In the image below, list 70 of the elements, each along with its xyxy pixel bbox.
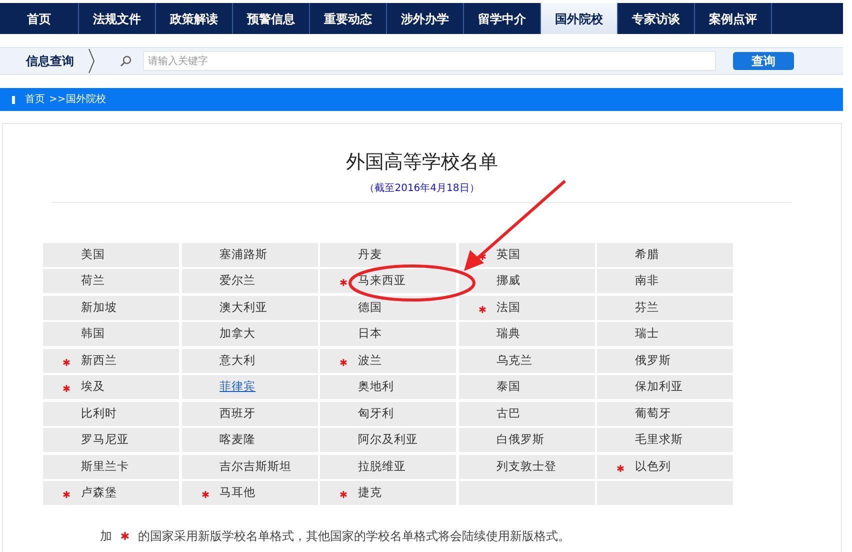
country-name: 日本 bbox=[358, 325, 382, 342]
country-name: 塞浦路斯 bbox=[220, 246, 268, 263]
nav-tab[interactable]: 专家访谈 bbox=[618, 3, 695, 34]
country-name: 毛里求斯 bbox=[635, 431, 683, 448]
country-name: 瑞士 bbox=[635, 325, 659, 342]
country-name: 芬兰 bbox=[635, 298, 659, 316]
country-name: 阿尔及利亚 bbox=[358, 431, 418, 448]
nav-tab[interactable]: 法规文件 bbox=[79, 3, 156, 34]
asterisk-icon bbox=[121, 532, 129, 540]
country-link[interactable]: 菲律宾 bbox=[200, 378, 256, 396]
bullet-icon bbox=[12, 96, 15, 104]
date-note: （截至2016年4月18日） bbox=[364, 182, 480, 196]
search-button[interactable]: 查询 bbox=[733, 52, 794, 70]
nav-tab[interactable]: 重要动态 bbox=[310, 3, 387, 34]
country-name: 保加利亚 bbox=[635, 378, 683, 396]
country-name: 加拿大 bbox=[220, 325, 256, 342]
country-name: 斯里兰卡 bbox=[81, 458, 129, 475]
country-name: 乌克兰 bbox=[496, 352, 532, 369]
nav-tab[interactable]: 政策解读 bbox=[156, 3, 233, 34]
nav-tab[interactable]: 案例点评 bbox=[695, 3, 772, 34]
country-name: 西班牙 bbox=[220, 404, 256, 422]
country-name: 爱尔兰 bbox=[220, 272, 256, 290]
country-name: 英国 bbox=[496, 246, 520, 263]
country-name: 匈牙利 bbox=[358, 404, 394, 422]
search-label: 信息查询 bbox=[26, 53, 75, 70]
note-prefix: 加 bbox=[100, 528, 112, 545]
nav-tab[interactable]: 国外院校 bbox=[541, 3, 618, 34]
nav-tab[interactable]: 涉外办学 bbox=[387, 3, 464, 34]
country-name: 挪威 bbox=[496, 272, 520, 290]
country-name: 列支敦士登 bbox=[496, 458, 556, 475]
country-name: 马耳他 bbox=[220, 484, 256, 502]
country-name: 以色列 bbox=[635, 458, 671, 475]
page-title: 外国高等学校名单 bbox=[346, 150, 498, 175]
breadcrumb-current: >>国外院校 bbox=[49, 92, 106, 107]
search-icon bbox=[120, 55, 132, 67]
country-name: 德国 bbox=[358, 298, 382, 316]
nav-tab[interactable]: 首页 bbox=[0, 3, 79, 34]
country-name: 韩国 bbox=[81, 325, 105, 342]
country-name: 喀麦隆 bbox=[220, 431, 256, 448]
country-name: 罗马尼亚 bbox=[81, 431, 129, 448]
country-name: 吉尔吉斯斯坦 bbox=[220, 458, 292, 475]
country-name: 卢森堡 bbox=[81, 484, 117, 502]
country-name: 波兰 bbox=[358, 352, 382, 369]
country-name: 马来西亚 bbox=[358, 272, 406, 290]
country-name: 瑞典 bbox=[496, 325, 520, 342]
breadcrumb-link[interactable]: 首页 bbox=[25, 92, 45, 107]
country-name: 捷克 bbox=[358, 484, 382, 502]
country-name: 白俄罗斯 bbox=[496, 431, 544, 448]
nav-tab[interactable]: 预警信息 bbox=[233, 3, 310, 34]
country-name: 新西兰 bbox=[81, 352, 117, 369]
search-field[interactable]: 请输入关键字 bbox=[143, 51, 716, 71]
country-name: 意大利 bbox=[220, 352, 256, 369]
note-text: 的国家采用新版学校名单格式，其他国家的学校名单格式将会陆续使用新版格式。 bbox=[138, 528, 570, 545]
country-name: 法国 bbox=[496, 298, 520, 316]
country-name: 澳大利亚 bbox=[220, 298, 268, 316]
country-name: 美国 bbox=[81, 246, 105, 263]
country-name: 新加坡 bbox=[81, 298, 117, 316]
country-name: 葡萄牙 bbox=[635, 404, 671, 422]
country-name: 拉脱维亚 bbox=[358, 458, 406, 475]
country-name: 奥地利 bbox=[358, 378, 394, 396]
country-name: 泰国 bbox=[496, 378, 520, 396]
country-name: 荷兰 bbox=[81, 272, 105, 290]
country-name: 比利时 bbox=[81, 404, 117, 422]
chevron-icon bbox=[88, 48, 96, 74]
country-name: 古巴 bbox=[496, 404, 520, 422]
country-name: 丹麦 bbox=[358, 246, 382, 263]
country-name: 希腊 bbox=[635, 246, 659, 263]
country-name: 俄罗斯 bbox=[635, 352, 671, 369]
country-name: 南非 bbox=[635, 272, 659, 290]
country-name: 埃及 bbox=[81, 378, 105, 396]
